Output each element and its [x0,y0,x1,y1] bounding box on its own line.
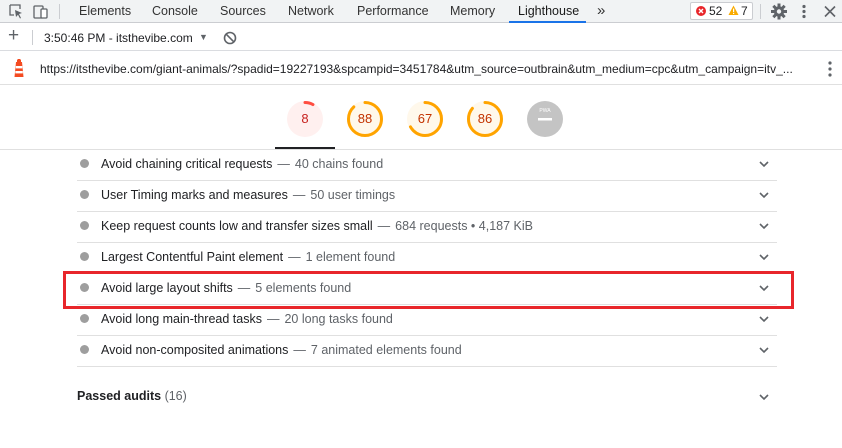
audit-status-dot [80,252,89,261]
devtools-tab-bar: Elements Console Sources Network Perform… [0,0,842,23]
passed-audits-count: (16) [164,389,187,403]
new-report-button[interactable]: + [8,26,19,46]
audit-detail: 1 element found [305,250,396,264]
report-dropdown-chevron-icon[interactable]: ▼ [199,32,208,42]
device-toolbar-icon[interactable] [32,3,50,20]
chevron-down-icon[interactable] [759,190,769,200]
tab-performance[interactable]: Performance [357,0,429,23]
active-tab-indicator [509,21,586,23]
toolbar-divider [59,4,60,19]
selected-category-indicator [275,147,335,149]
best-practices-score-gauge[interactable]: 67 [406,100,444,138]
audit-detail: 50 user timings [310,188,396,202]
audit-title: Avoid long main-thread tasks [101,312,262,326]
audit-status-dot [80,314,89,323]
lighthouse-logo-icon [14,59,24,77]
issues-counter[interactable]: 52 7 [690,2,753,20]
chevron-down-icon[interactable] [759,159,769,169]
audit-title: Avoid non-composited animations [101,343,289,357]
audit-status-dot [80,159,89,168]
audit-dash: — [292,188,306,202]
audit-row[interactable]: Avoid chaining critical requests — 40 chai… [77,150,777,181]
clear-reports-icon[interactable] [223,31,237,45]
audit-dash: — [288,250,301,264]
seo-score-gauge[interactable]: 86 [466,100,504,138]
score-value: 86 [477,111,493,126]
audit-detail: 40 chains found [294,157,384,171]
tab-sources[interactable]: Sources [220,0,266,23]
error-icon [696,6,706,16]
tab-lighthouse[interactable]: Lighthouse [518,0,579,23]
chevron-down-icon[interactable] [759,252,769,262]
audit-dash: — [293,343,306,357]
audit-status-dot [80,190,89,199]
audit-row[interactable]: Avoid non-composited animations — 7 animat… [77,336,777,367]
tab-elements[interactable]: Elements [79,0,131,23]
more-tabs-button[interactable]: » [597,0,605,23]
performance-score-gauge[interactable]: 8 [286,100,324,138]
highlight-box [63,271,794,309]
passed-audits-label: Passed audits [77,389,162,403]
pwa-badge-icon: PWA [527,101,563,137]
chevron-down-icon[interactable] [759,345,769,355]
audit-detail: 20 long tasks found [284,312,393,326]
toolbar-divider [760,4,761,19]
chevron-down-icon[interactable] [759,221,769,231]
report-selector[interactable]: 3:50:46 PM - itsthevibe.com [44,31,193,45]
audit-row[interactable]: Avoid long main-thread tasks — 20 long tas… [77,305,777,336]
lighthouse-report-toolbar: + 3:50:46 PM - itsthevibe.com ▼ [0,24,842,51]
audit-title: Avoid chaining critical requests [101,157,273,171]
audit-row[interactable]: Largest Contentful Paint element — 1 eleme… [77,243,777,274]
score-gauges: 8 88 67 86 PWA [0,86,842,150]
passed-audits-header[interactable]: Passed audits (16) [77,386,777,408]
chevron-down-icon[interactable] [759,314,769,324]
url-more-options-icon[interactable] [826,60,834,78]
audited-url-bar: https://itsthevibe.com/giant-animals/?sp… [0,52,842,85]
audited-url: https://itsthevibe.com/giant-animals/?sp… [40,62,793,76]
pwa-label: PWA [539,108,551,114]
chevron-down-icon[interactable] [759,392,769,402]
accessibility-score-gauge[interactable]: 88 [346,100,384,138]
audit-detail: 684 requests • 4,187 KiB [395,219,533,233]
audit-row[interactable]: Keep request counts low and transfer siz… [77,212,777,243]
audit-dash: — [377,219,391,233]
audit-list: Avoid chaining critical requests — 40 chai… [77,150,777,367]
error-count: 52 [709,4,723,18]
toolbar-divider [32,30,33,45]
close-devtools-icon[interactable] [821,3,839,20]
score-value: 88 [357,111,373,126]
more-options-vertical-icon[interactable] [795,3,813,20]
audit-dash: — [266,312,280,326]
score-value: 67 [417,111,433,126]
pwa-badge-gauge[interactable]: PWA [526,100,564,138]
audit-dash: — [277,157,290,171]
tab-network[interactable]: Network [288,0,334,23]
score-value: 8 [301,111,309,126]
tab-console[interactable]: Console [152,0,198,23]
audit-title: Largest Contentful Paint element [101,250,284,264]
warning-count: 7 [741,4,748,18]
audit-row[interactable]: User Timing marks and measures — 50 user t… [77,181,777,212]
audit-detail: 7 animated elements found [310,343,462,357]
settings-gear-icon[interactable] [770,3,788,20]
audit-status-dot [80,221,89,230]
audit-title: User Timing marks and measures [101,188,288,202]
audit-title: Keep request counts low and transfer siz… [101,219,373,233]
tab-memory[interactable]: Memory [450,0,495,23]
warning-icon [728,5,739,15]
inspect-element-icon[interactable] [7,3,25,20]
audit-status-dot [80,345,89,354]
